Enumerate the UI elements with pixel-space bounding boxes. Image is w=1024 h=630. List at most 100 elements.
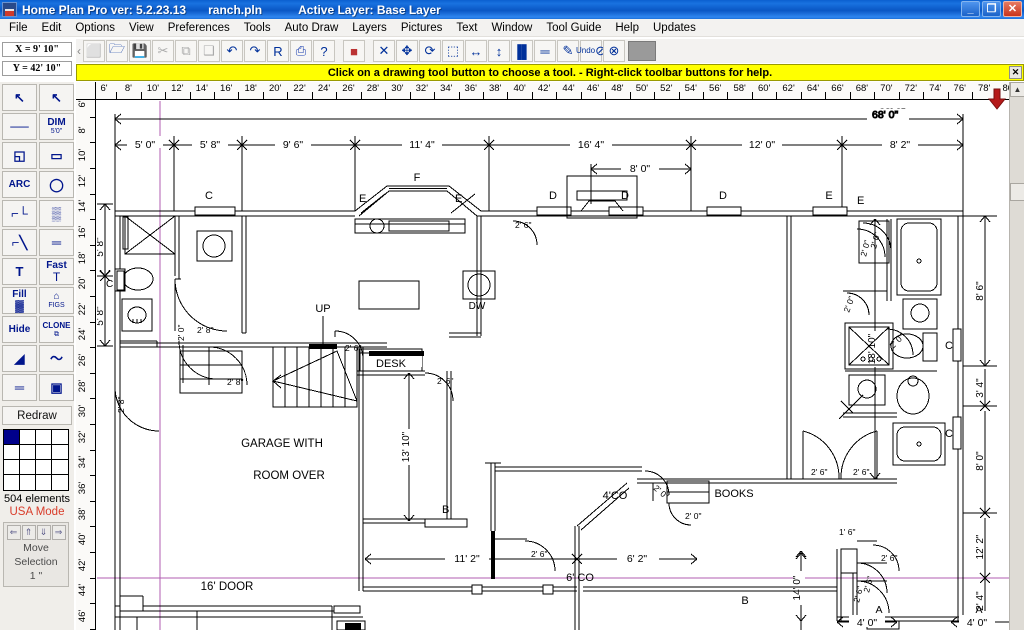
color-swatch[interactable] — [20, 475, 36, 490]
horizontal-ruler[interactable]: 6' 8' 10' 12' 14' 16' 18' 20' 22' 24' 26' 28' 30' 32'… — [96, 82, 1009, 100]
hint-close-icon[interactable]: ✕ — [1009, 66, 1022, 79]
undo-off-button[interactable]: Undo ⊘ — [576, 40, 606, 62]
menu-item-file[interactable]: File — [0, 19, 35, 37]
undo-button[interactable]: ↶ — [221, 40, 243, 62]
color-swatch[interactable] — [36, 460, 52, 475]
active-layer-label: Active Layer: Base Layer — [298, 2, 441, 17]
menu-item-tool-guide[interactable]: Tool Guide — [539, 19, 608, 37]
rectangle-tool[interactable]: ▭ — [39, 142, 74, 169]
hide-tool[interactable]: Hide — [2, 316, 37, 343]
copy-button[interactable]: ⧉ — [175, 40, 197, 62]
no-draw-button[interactable]: ⊗ — [603, 40, 625, 62]
color-swatch[interactable] — [20, 430, 36, 445]
save-file-button[interactable]: 💾 — [129, 40, 151, 62]
move-button[interactable]: ✥ — [396, 40, 418, 62]
color-swatch[interactable] — [52, 445, 68, 460]
paste-button[interactable]: ❑ — [198, 40, 220, 62]
rotate-button[interactable]: ⟳ — [419, 40, 441, 62]
menu-item-window[interactable]: Window — [484, 19, 539, 37]
print-button[interactable]: ⎙ — [290, 40, 312, 62]
screen-button[interactable]: R — [267, 40, 289, 62]
color-swatch[interactable] — [4, 475, 20, 490]
title-bar: Home Plan Pro ver: 5.2.23.13 ranch.pln A… — [0, 0, 1024, 19]
menu-item-edit[interactable]: Edit — [35, 19, 69, 37]
menu-item-text[interactable]: Text — [449, 19, 484, 37]
cut-button[interactable]: ✂ — [152, 40, 174, 62]
text-tool[interactable]: T — [2, 258, 37, 285]
color-swatch[interactable] — [20, 460, 36, 475]
frame-tool[interactable]: ▣ — [39, 374, 74, 401]
color-swatch[interactable] — [36, 475, 52, 490]
dimension-tool[interactable]: DIM 5'0" — [39, 113, 74, 140]
fill-tool[interactable]: Fill ▓ — [2, 287, 37, 314]
picture-tool[interactable]: ◢ — [2, 345, 37, 372]
help-button[interactable]: ? — [313, 40, 335, 62]
move-down-button[interactable]: ⇓ — [36, 525, 51, 540]
polyline-tool[interactable]: ◱ — [2, 142, 37, 169]
ruler-tick-h-major — [971, 92, 973, 99]
dimension-button[interactable]: ═ — [534, 40, 556, 62]
select-arrow-tool[interactable]: ↖ — [2, 84, 37, 111]
color-swatch[interactable] — [52, 460, 68, 475]
vertical-scrollbar[interactable]: ▲ — [1009, 82, 1024, 630]
dim-top-5: 16' 4" — [578, 139, 604, 151]
door-button[interactable]: ■ — [343, 40, 365, 62]
ruler-label-h: 40' — [513, 83, 526, 94]
menu-item-layers[interactable]: Layers — [345, 19, 394, 37]
menu-item-options[interactable]: Options — [68, 19, 122, 37]
select-box-arrow-tool[interactable]: ↖ — [39, 84, 74, 111]
stairs-tool[interactable]: ⌐╲ — [2, 229, 37, 256]
fast-text-tool[interactable]: Fast T — [39, 258, 74, 285]
color-palette-grid[interactable] — [3, 429, 69, 491]
open-file-button[interactable]: 🗁 — [106, 40, 128, 62]
ruler-label-v: 22' — [77, 302, 88, 315]
color-swatch[interactable] — [52, 475, 68, 490]
menu-item-help[interactable]: Help — [608, 19, 646, 37]
color-swatch[interactable] — [36, 445, 52, 460]
drawing-canvas[interactable]: 68' 0" 68' 0" — [97, 101, 1009, 630]
vertical-ruler[interactable]: 6' 8' 10' 12' 14' 16' 18' 20' 22' 24' 26' 28' 30' 32'… — [76, 100, 96, 630]
arc-tool[interactable]: ARC — [2, 171, 37, 198]
move-up-button[interactable]: ⇑ — [21, 525, 36, 540]
color-swatch[interactable] — [4, 460, 20, 475]
select-area-button[interactable]: ⬚ — [442, 40, 464, 62]
color-swatch[interactable] — [4, 430, 20, 445]
figures-tool[interactable]: ⌂ FIGS — [39, 287, 74, 314]
color-swatch[interactable] — [4, 445, 20, 460]
redo-button[interactable]: ↷ — [244, 40, 266, 62]
menu-item-updates[interactable]: Updates — [646, 19, 703, 37]
stretch-vertical-button[interactable]: ↕ — [488, 40, 510, 62]
beam-tool[interactable]: ═ — [39, 229, 74, 256]
line-tool[interactable]: ── — [2, 113, 37, 140]
menu-item-pictures[interactable]: Pictures — [394, 19, 450, 37]
red-down-arrow-icon[interactable] — [988, 88, 1006, 110]
ruler-label-h: 28' — [366, 83, 380, 94]
wall-button[interactable]: ▐▌ — [511, 40, 533, 62]
double-line-tool[interactable]: ═ — [2, 374, 37, 401]
menu-item-tools[interactable]: Tools — [237, 19, 278, 37]
color-swatch[interactable] — [36, 430, 52, 445]
curve-tool[interactable]: 〜 — [39, 345, 74, 372]
ruler-tick-h-major — [923, 92, 925, 99]
color-swatch[interactable] — [52, 430, 68, 445]
minimize-button[interactable]: _ — [961, 1, 980, 17]
circle-tool[interactable]: ◯ — [39, 171, 74, 198]
close-button[interactable]: ✕ — [1003, 1, 1022, 17]
new-file-button[interactable]: ⬜ — [83, 40, 105, 62]
window-tool[interactable]: ▒ — [39, 200, 74, 227]
menu-item-view[interactable]: View — [122, 19, 161, 37]
color-swatch[interactable] — [20, 445, 36, 460]
redraw-button[interactable]: Redraw — [2, 406, 72, 425]
scroll-up-button[interactable]: ▲ — [1010, 82, 1024, 97]
move-right-button[interactable]: ⇒ — [51, 525, 66, 540]
stretch-horizontal-button[interactable]: ↔ — [465, 40, 487, 62]
wall-tool[interactable]: ⌐└ — [2, 200, 37, 227]
maximize-button[interactable]: ❐ — [982, 1, 1001, 17]
scrollbar-thumb[interactable] — [1010, 183, 1024, 201]
move-left-button[interactable]: ⇐ — [6, 525, 21, 540]
delete-button[interactable]: ✕ — [373, 40, 395, 62]
menu-item-preferences[interactable]: Preferences — [161, 19, 237, 37]
clone-tool[interactable]: CLONE ⧉ — [39, 316, 74, 343]
menu-item-auto-draw[interactable]: Auto Draw — [278, 19, 346, 37]
floor-plan-drawing[interactable]: 68' 0" 68' 0" — [97, 101, 1009, 630]
